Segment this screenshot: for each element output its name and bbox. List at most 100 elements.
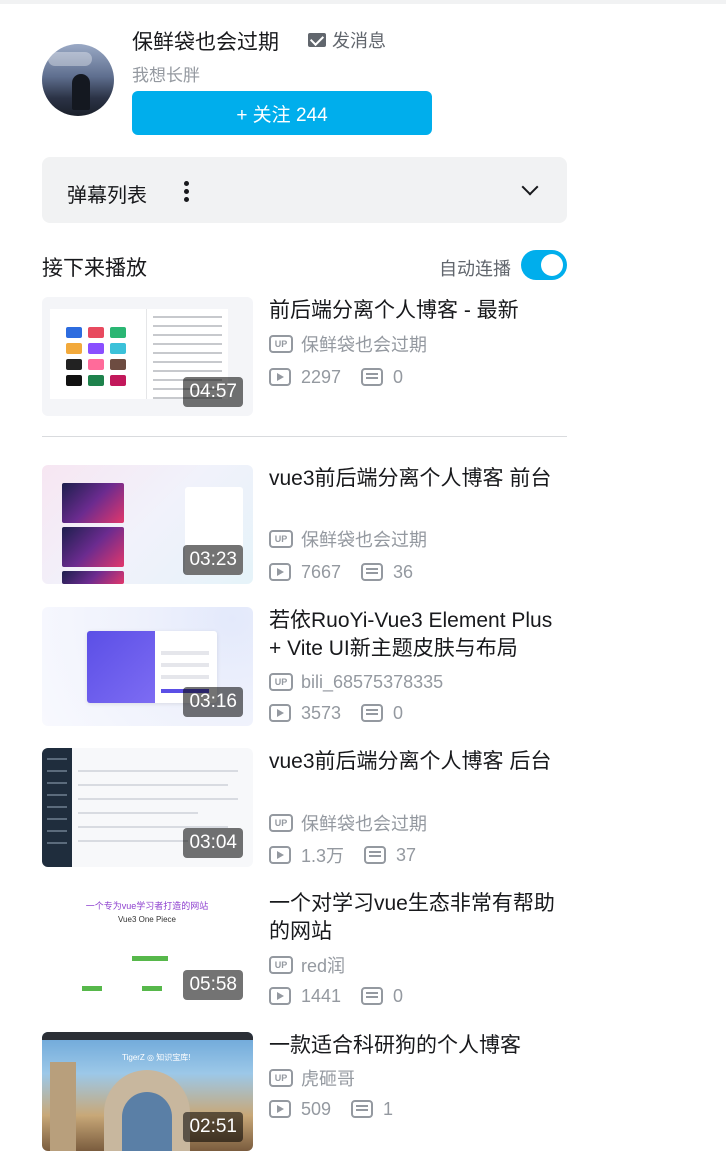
video-uploader[interactable]: UP 保鲜袋也会过期: [269, 527, 427, 551]
send-message-link[interactable]: 发消息: [308, 28, 386, 52]
more-options-icon[interactable]: [184, 181, 190, 203]
uploader-card: 保鲜袋也会过期 发消息 我想长胖 + 关注 244: [42, 24, 572, 144]
divider: [42, 436, 567, 437]
play-count-icon: [269, 987, 291, 1005]
up-icon: UP: [269, 673, 293, 691]
video-uploader[interactable]: UP 保鲜袋也会过期: [269, 332, 427, 356]
video-uploader-name: red润: [301, 956, 346, 976]
play-count-icon: [269, 368, 291, 386]
video-item[interactable]: 一个专为vue学习者打造的网站 Vue3 One Piece 05:58 一个对…: [42, 890, 567, 1010]
danmaku-count: 0: [393, 985, 404, 1006]
up-icon: UP: [269, 1069, 293, 1087]
send-message-label: 发消息: [332, 31, 386, 51]
follow-button[interactable]: + 关注 244: [132, 91, 432, 135]
danmaku-count-icon: [361, 704, 384, 722]
video-thumbnail[interactable]: 03:23: [42, 465, 253, 584]
view-count: 3573: [301, 702, 342, 723]
thumb-nav: [42, 748, 72, 867]
toggle-knob: [541, 254, 563, 276]
video-thumbnail[interactable]: 03:16: [42, 607, 253, 726]
thumb-button: [132, 956, 168, 961]
video-stats: 2297 0: [269, 365, 403, 389]
video-thumbnail[interactable]: TigerZ ◎ 知识宝库! 02:51: [42, 1032, 253, 1151]
up-icon: UP: [269, 335, 293, 353]
up-icon: UP: [269, 814, 293, 832]
video-uploader-name: 保鲜袋也会过期: [301, 530, 427, 550]
view-count: 2297: [301, 366, 342, 387]
video-title[interactable]: vue3前后端分离个人博客 前台: [269, 465, 567, 493]
video-thumbnail[interactable]: 04:57: [42, 297, 253, 416]
video-thumbnail[interactable]: 一个专为vue学习者打造的网站 Vue3 One Piece 05:58: [42, 890, 253, 1009]
uploader-name[interactable]: 保鲜袋也会过期: [132, 26, 279, 56]
thumb-card: [62, 527, 124, 567]
play-count-icon: [269, 563, 291, 581]
video-item[interactable]: 03:04 vue3前后端分离个人博客 后台 UP 保鲜袋也会过期 1.3万 3…: [42, 748, 567, 868]
play-count-icon: [269, 846, 291, 864]
video-item[interactable]: TigerZ ◎ 知识宝库! 02:51 一款适合科研狗的个人博客 UP 虎砸哥…: [42, 1032, 567, 1152]
video-title[interactable]: 前后端分离个人博客 - 最新: [269, 297, 567, 325]
danmaku-list-header[interactable]: 弹幕列表: [42, 157, 567, 223]
thumb-arch-inner: [122, 1092, 172, 1151]
video-stats: 1441 0: [269, 984, 403, 1008]
video-duration: 05:58: [183, 970, 243, 1000]
thumb-tower: [50, 1062, 76, 1151]
thumb-button: [82, 986, 102, 991]
video-uploader-name: 保鲜袋也会过期: [301, 335, 427, 355]
video-duration: 04:57: [183, 377, 243, 407]
thumb-banner: TigerZ ◎ 知识宝库!: [122, 1053, 191, 1062]
view-count: 1.3万: [301, 846, 345, 866]
video-uploader-name: 保鲜袋也会过期: [301, 814, 427, 834]
danmaku-count: 0: [393, 702, 404, 723]
up-next-title: 接下来播放: [42, 257, 147, 280]
video-title[interactable]: 若依RuoYi-Vue3 Element Plus + Vite UI新主题皮肤…: [269, 607, 567, 663]
thumb-card: [62, 571, 124, 584]
video-item[interactable]: 03:23 vue3前后端分离个人博客 前台 UP 保鲜袋也会过期 7667 3…: [42, 465, 567, 585]
autoplay-label: 自动连播: [439, 259, 511, 279]
danmaku-count: 36: [393, 561, 414, 582]
video-uploader[interactable]: UP bili_68575378335: [269, 670, 443, 694]
video-title[interactable]: 一款适合科研狗的个人博客: [269, 1032, 567, 1060]
thumb-panel: [50, 309, 154, 399]
danmaku-count: 37: [396, 844, 417, 865]
video-item[interactable]: 04:57 前后端分离个人博客 - 最新 UP 保鲜袋也会过期 2297 0: [42, 297, 567, 417]
follow-label: + 关注 244: [236, 104, 328, 126]
video-stats: 1.3万 37: [269, 843, 416, 867]
avatar[interactable]: [42, 44, 114, 116]
video-duration: 03:23: [183, 545, 243, 575]
view-count: 1441: [301, 985, 342, 1006]
danmaku-count-icon: [364, 846, 387, 864]
play-count-icon: [269, 704, 291, 722]
video-uploader[interactable]: UP 保鲜袋也会过期: [269, 811, 427, 835]
autoplay-toggle[interactable]: [521, 250, 567, 280]
avatar-figure: [72, 74, 90, 110]
uploader-signature: 我想长胖: [132, 66, 200, 85]
danmaku-list-label: 弹幕列表: [67, 185, 147, 207]
play-count-icon: [269, 1100, 291, 1118]
video-uploader-name: bili_68575378335: [301, 671, 444, 692]
video-title[interactable]: vue3前后端分离个人博客 后台: [269, 748, 567, 776]
up-icon: UP: [269, 530, 293, 548]
up-icon: UP: [269, 956, 293, 974]
video-uploader-name: 虎砸哥: [301, 1069, 355, 1089]
thumb-button: [142, 986, 162, 991]
danmaku-count-icon: [351, 1100, 374, 1118]
view-count: 7667: [301, 561, 342, 582]
thumb-card: [62, 483, 124, 523]
mail-icon: [308, 33, 326, 47]
video-item[interactable]: 03:16 若依RuoYi-Vue3 Element Plus + Vite U…: [42, 607, 567, 727]
danmaku-count: 0: [393, 366, 404, 387]
video-uploader[interactable]: UP red润: [269, 953, 345, 977]
avatar-cloud: [48, 52, 92, 66]
video-uploader[interactable]: UP 虎砸哥: [269, 1066, 355, 1090]
video-stats: 3573 0: [269, 701, 403, 725]
thumb-browser-bar: [42, 1032, 253, 1040]
danmaku-count-icon: [361, 987, 384, 1005]
danmaku-count-icon: [361, 563, 384, 581]
chevron-down-icon[interactable]: [521, 178, 539, 196]
video-stats: 509 1: [269, 1097, 393, 1121]
video-thumbnail[interactable]: 03:04: [42, 748, 253, 867]
video-title[interactable]: 一个对学习vue生态非常有帮助的网站: [269, 890, 567, 946]
view-count: 509: [301, 1098, 332, 1119]
danmaku-count: 1: [383, 1098, 394, 1119]
video-duration: 03:04: [183, 828, 243, 858]
